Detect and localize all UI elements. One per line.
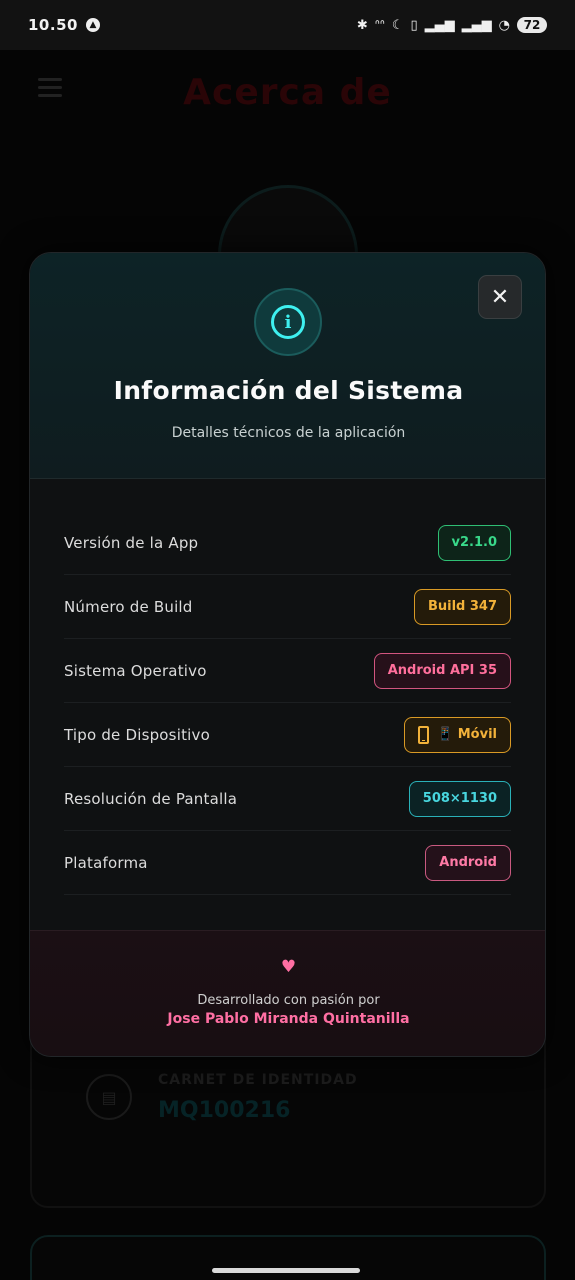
platform-badge: Android bbox=[425, 844, 511, 881]
bluetooth-icon: ✱ bbox=[356, 17, 368, 33]
info-row-build-number: Número de Build Build 347 bbox=[64, 575, 511, 639]
info-icon-badge: i bbox=[254, 288, 322, 356]
info-row-label: Versión de la App bbox=[64, 533, 199, 552]
dialog-header: i ✕ Información del Sistema Detalles téc… bbox=[30, 253, 545, 479]
build-number-badge: Build 347 bbox=[413, 588, 511, 625]
id-card-label: CARNET DE IDENTIDAD bbox=[158, 1072, 358, 1088]
screen: 10.50 ▲ ✱ ᐢᐢ ☾ ▯ ▂▄▆ ▂▄▆ ◔ 72 Acerca de … bbox=[0, 0, 575, 1280]
info-row-label: Resolución de Pantalla bbox=[64, 789, 238, 808]
system-info-dialog: i ✕ Información del Sistema Detalles téc… bbox=[29, 252, 546, 1057]
info-row-label: Plataforma bbox=[64, 853, 148, 872]
info-row-label: Número de Build bbox=[64, 597, 193, 616]
status-bar: 10.50 ▲ ✱ ᐢᐢ ☾ ▯ ▂▄▆ ▂▄▆ ◔ 72 bbox=[0, 0, 575, 50]
device-type-badge: 📱 Móvil bbox=[404, 716, 511, 753]
footer-author-name: Jose Pablo Miranda Quintanilla bbox=[167, 1011, 410, 1027]
battery-indicator: 72 bbox=[517, 17, 547, 33]
screen-resolution-badge: 508×1130 bbox=[408, 780, 511, 817]
id-card-icon: ▤ bbox=[86, 1074, 132, 1120]
info-icon: i bbox=[271, 305, 305, 339]
notification-app-icon: ▲ bbox=[85, 18, 100, 32]
close-button[interactable]: ✕ bbox=[478, 275, 522, 319]
device-type-value: 📱 Móvil bbox=[437, 727, 497, 742]
info-row-os: Sistema Operativo Android API 35 bbox=[64, 639, 511, 703]
earbuds-icon: ᐢᐢ bbox=[374, 17, 385, 33]
do-not-disturb-icon: ☾ bbox=[391, 17, 404, 33]
info-row-label: Tipo de Dispositivo bbox=[64, 725, 210, 744]
id-card-value: MQ100216 bbox=[158, 1098, 291, 1123]
info-row-device-type: Tipo de Dispositivo 📱 Móvil bbox=[64, 703, 511, 767]
close-icon: ✕ bbox=[490, 284, 510, 310]
info-list: Versión de la App v2.1.0 Número de Build… bbox=[30, 479, 545, 895]
signal-icon-2: ▂▄▆ bbox=[461, 17, 492, 33]
status-time: 10.50 bbox=[28, 16, 78, 34]
os-badge: Android API 35 bbox=[373, 652, 511, 689]
dialog-footer: ♥ Desarrollado con pasión por Jose Pablo… bbox=[30, 930, 545, 1056]
info-row-label: Sistema Operativo bbox=[64, 661, 207, 680]
dialog-subtitle: Detalles técnicos de la aplicación bbox=[171, 425, 406, 441]
vibrate-icon: ▯ bbox=[410, 17, 418, 33]
footer-credit-text: Desarrollado con pasión por bbox=[197, 993, 380, 1008]
dialog-title: Información del Sistema bbox=[113, 376, 464, 405]
info-row-platform: Plataforma Android bbox=[64, 831, 511, 895]
app-version-badge: v2.1.0 bbox=[437, 524, 511, 561]
status-icons: ✱ ᐢᐢ ☾ ▯ ▂▄▆ ▂▄▆ ◔ 72 bbox=[357, 17, 547, 33]
signal-icon-1: ▂▄▆ bbox=[424, 17, 455, 33]
page-title: Acerca de bbox=[183, 72, 392, 113]
phone-icon bbox=[418, 725, 430, 744]
home-indicator[interactable] bbox=[212, 1268, 360, 1273]
wifi-icon: ◔ bbox=[498, 17, 510, 33]
heart-icon: ♥ bbox=[280, 957, 297, 977]
info-row-screen-resolution: Resolución de Pantalla 508×1130 bbox=[64, 767, 511, 831]
info-row-app-version: Versión de la App v2.1.0 bbox=[64, 511, 511, 575]
next-card bbox=[30, 1235, 546, 1280]
